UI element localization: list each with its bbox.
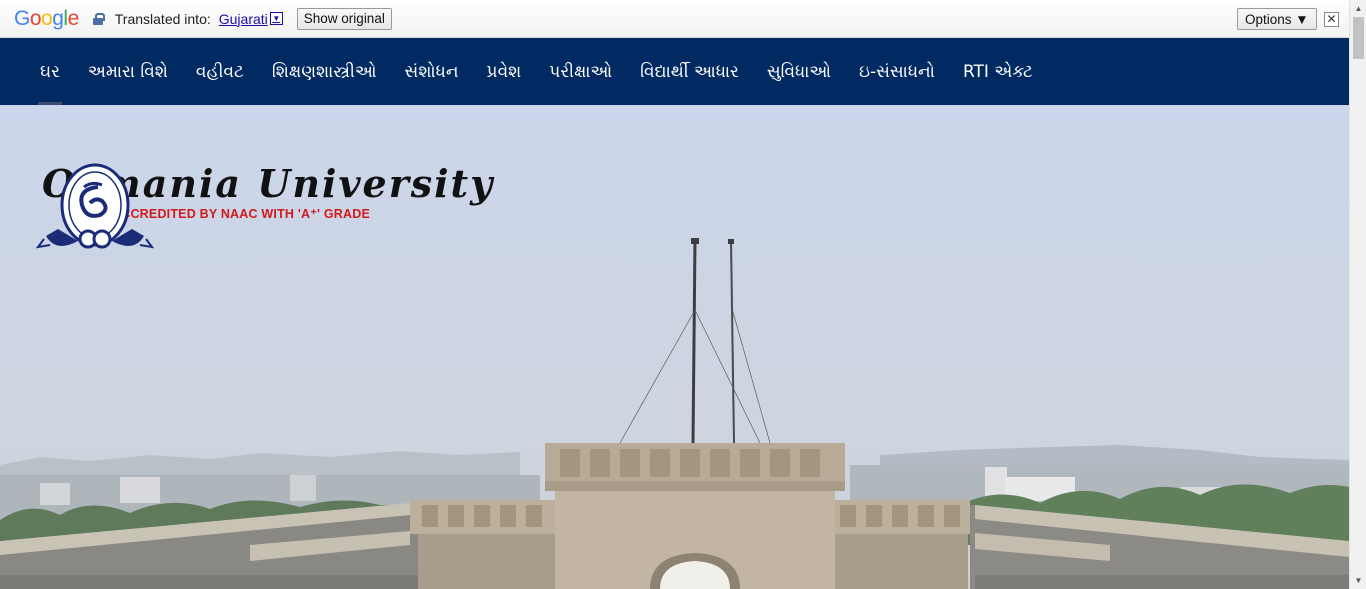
scroll-thumb[interactable] [1353,17,1364,59]
university-logo[interactable]: Osmania University ACCREDITED BY NAAC WI… [36,161,494,249]
main-nav: ઘર અમારા વિશે વહીવટ શિક્ષણશાસ્ત્રીઓ સંશો… [0,38,1349,105]
google-logo: Google [14,6,79,30]
nav-item-academics[interactable]: શિક્ષણશાસ્ત્રીઓ [258,38,391,105]
lock-icon [92,12,105,25]
translated-into-label: Translated into: [114,10,211,27]
nav-item-facilities[interactable]: સુવિધાઓ [753,38,845,105]
nav-item-rti-act[interactable]: RTI એક્ટ [949,38,1047,105]
scroll-down-arrow-icon[interactable]: ▼ [1350,572,1366,589]
scroll-up-arrow-icon[interactable]: ▲ [1350,0,1366,17]
nav-item-research[interactable]: સંશોધન [391,38,473,105]
options-button[interactable]: Options ▼ [1237,8,1317,30]
translate-bar: Google Translated into: Gujarati ▼ Show … [0,0,1349,38]
language-select[interactable]: Gujarati ▼ [219,11,283,27]
hero-banner: Osmania University ACCREDITED BY NAAC WI… [0,105,1349,589]
nav-item-e-resources[interactable]: ઇ-સંસાધનો [845,38,949,105]
nav-item-home[interactable]: ઘર [26,38,74,105]
accreditation-text: ACCREDITED BY NAAC WITH 'A⁺' GRADE [112,207,371,221]
show-original-button[interactable]: Show original [296,7,392,30]
vertical-scrollbar[interactable]: ▲ ▼ [1349,0,1366,589]
nav-item-administration[interactable]: વહીવટ [182,38,258,105]
nav-item-examinations[interactable]: પરીક્ષાઓ [535,38,626,105]
language-value: Gujarati [218,10,268,27]
nav-item-about[interactable]: અમારા વિશે [74,38,182,105]
nav-item-admissions[interactable]: પ્રવેશ [473,38,536,105]
nav-item-student-support[interactable]: વિદ્યાર્થી આધાર [626,38,753,105]
university-seal-icon [36,163,154,249]
close-icon[interactable]: ✕ [1324,12,1339,27]
dropdown-caret-icon[interactable]: ▼ [269,12,283,25]
